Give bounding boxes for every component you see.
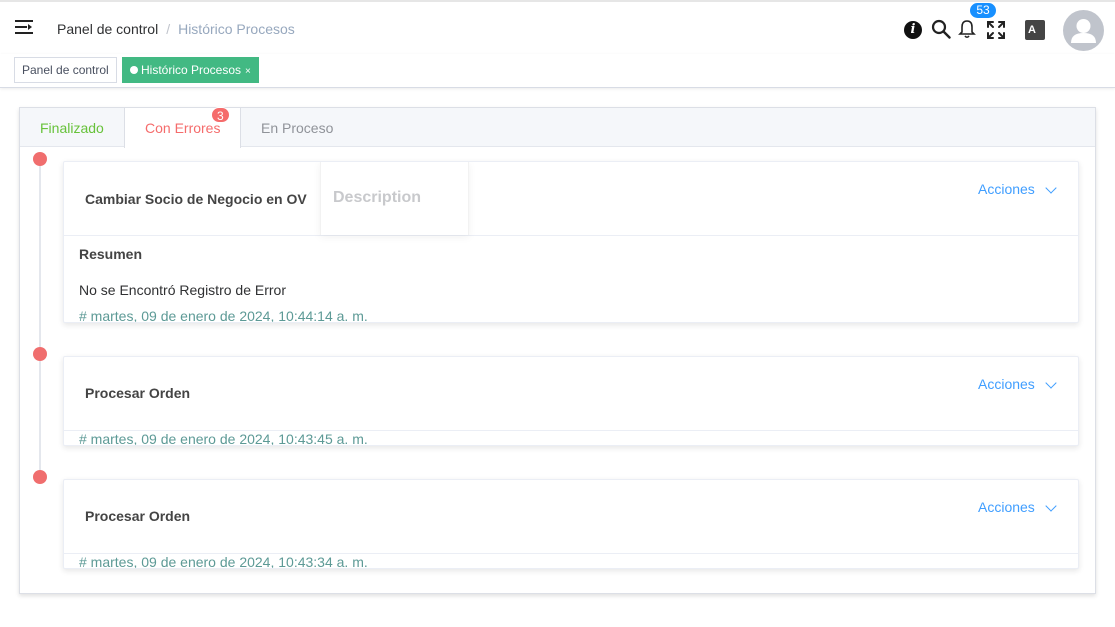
acciones-dropdown[interactable]: Acciones (978, 499, 1035, 515)
tag-label: Histórico Procesos (141, 63, 242, 77)
process-date: # martes, 09 de enero de 2024, 10:43:34 … (79, 554, 368, 569)
summary-text: No se Encontró Registro de Error (79, 282, 286, 298)
popover-text: Description (333, 189, 422, 206)
tag-panel-de-control[interactable]: Panel de control (14, 57, 117, 83)
process-card: Cambiar Socio de Negocio en OV Descripti… (63, 161, 1079, 323)
chevron-down-icon[interactable] (1045, 377, 1057, 389)
process-title: Procesar Orden (85, 508, 191, 524)
chevron-down-icon[interactable] (1045, 182, 1057, 194)
card-header: Procesar Orden Acciones (64, 480, 1078, 554)
tab-en-proceso[interactable]: En Proceso (241, 108, 353, 148)
breadcrumb-home[interactable]: Panel de control (57, 21, 158, 37)
translate-icon[interactable]: A (1025, 20, 1045, 40)
tags-view: Panel de control Histórico Procesos × (0, 54, 1115, 88)
description-popover: Description (320, 162, 469, 235)
info-icon[interactable]: i (904, 21, 922, 39)
process-card: Procesar Orden Acciones # martes, 09 de … (63, 356, 1079, 446)
timeline-dot (33, 347, 47, 361)
user-avatar-icon (1071, 19, 1096, 43)
acciones-dropdown[interactable]: Acciones (978, 181, 1035, 197)
fullscreen-icon[interactable] (986, 20, 1006, 40)
process-date: # martes, 09 de enero de 2024, 10:44:14 … (79, 308, 368, 323)
breadcrumb-separator: / (166, 21, 171, 37)
tag-historico-procesos[interactable]: Histórico Procesos × (122, 57, 259, 83)
summary-title: Resumen (79, 246, 143, 262)
process-title: Procesar Orden (85, 385, 191, 401)
tag-label: Panel de control (22, 63, 109, 77)
timeline-line (39, 158, 41, 476)
process-card: Procesar Orden Acciones # martes, 09 de … (63, 479, 1079, 569)
tab-finalizado[interactable]: Finalizado (20, 108, 124, 148)
menu-toggle-icon[interactable] (15, 19, 33, 35)
tabs-header: Finalizado Con Errores En Proceso 3 (20, 107, 1095, 148)
breadcrumb: Panel de control / Histórico Procesos (57, 21, 295, 37)
timeline-dot (33, 152, 47, 166)
process-date: # martes, 09 de enero de 2024, 10:43:45 … (79, 431, 368, 446)
search-icon[interactable] (931, 19, 951, 39)
card-header: Cambiar Socio de Negocio en OV Descripti… (64, 162, 1078, 236)
chevron-down-icon[interactable] (1045, 500, 1057, 512)
acciones-dropdown[interactable]: Acciones (978, 376, 1035, 392)
bell-icon[interactable] (958, 19, 976, 39)
process-title: Cambiar Socio de Negocio en OV (85, 191, 307, 207)
navbar: Panel de control / Histórico Procesos i 53… (0, 0, 1115, 54)
timeline-dot (33, 470, 47, 484)
avatar[interactable] (1063, 10, 1104, 51)
active-dot-icon (130, 66, 138, 74)
notification-badge: 53 (970, 3, 996, 18)
breadcrumb-current: Histórico Procesos (178, 21, 295, 37)
card-header: Procesar Orden Acciones (64, 357, 1078, 431)
errors-count-badge: 3 (211, 107, 230, 123)
close-icon[interactable]: × (245, 66, 251, 77)
